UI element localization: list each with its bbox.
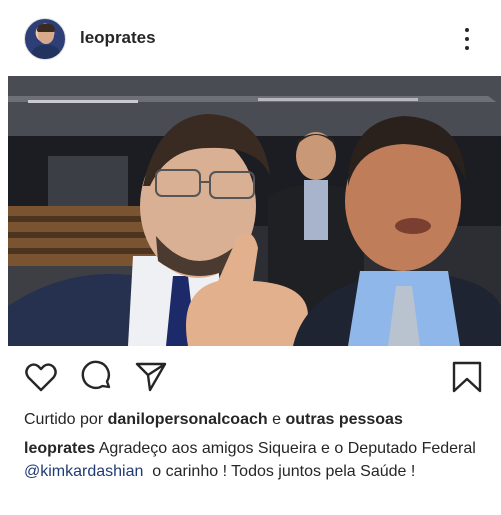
avatar[interactable] bbox=[24, 18, 66, 60]
instagram-post: leoprates Curtido por danilopersonalcoac… bbox=[0, 0, 501, 515]
heart-icon[interactable] bbox=[24, 360, 58, 394]
likes-joiner: e bbox=[272, 411, 282, 428]
post-header: leoprates bbox=[0, 0, 501, 76]
caption-mention[interactable]: @kimkardashian bbox=[24, 463, 143, 480]
caption-author[interactable]: leoprates bbox=[24, 440, 95, 457]
likes-others-link[interactable]: outras pessoas bbox=[285, 411, 402, 428]
caption-text-1: Agradeço aos amigos Siqueira e o Deputad… bbox=[98, 440, 476, 457]
comment-bubble-icon[interactable] bbox=[80, 360, 114, 394]
caption-text-2: o carinho ! Todos juntos pela Saúde ! bbox=[152, 463, 416, 480]
post-image[interactable] bbox=[8, 76, 501, 346]
post-actions bbox=[0, 360, 501, 400]
more-vertical-icon[interactable] bbox=[456, 26, 478, 52]
likes-prefix: Curtido por bbox=[24, 411, 104, 428]
post-caption: leoprates Agradeço aos amigos Siqueira e… bbox=[24, 437, 494, 483]
likes-user-link[interactable]: danilopersonalcoach bbox=[108, 411, 268, 428]
paper-plane-icon[interactable] bbox=[134, 360, 168, 394]
post-username[interactable]: leoprates bbox=[80, 28, 156, 48]
bookmark-icon[interactable] bbox=[450, 360, 484, 394]
likes-summary: Curtido por danilopersonalcoach e outras… bbox=[24, 411, 403, 429]
